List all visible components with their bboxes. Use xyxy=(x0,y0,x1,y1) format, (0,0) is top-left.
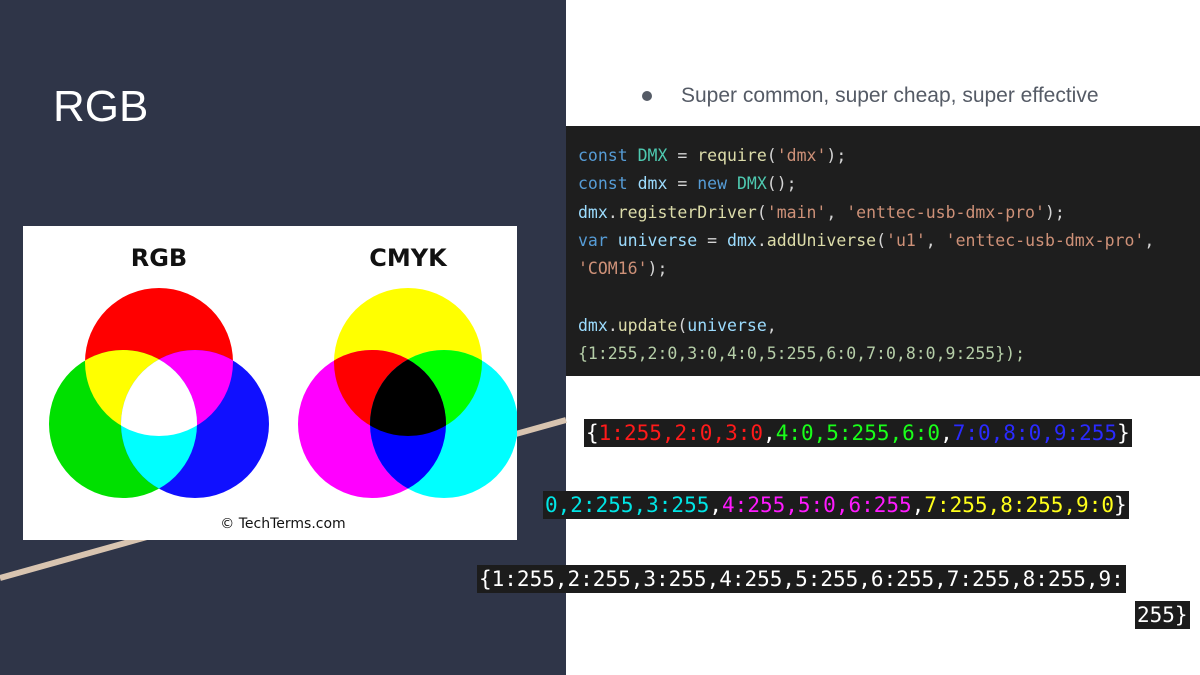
code-line-6: dmx.update(universe, xyxy=(578,316,777,335)
code-line-3: dmx.registerDriver('main', 'enttec-usb-d… xyxy=(578,203,1065,222)
dmx-example-white-1: {1:255,2:255,3:255,4:255,5:255,6:255,7:2… xyxy=(477,565,1126,593)
code-line-2: const dmx = new DMX(); xyxy=(578,174,797,193)
rgb-label: RGB xyxy=(131,244,187,272)
cmyk-label: CMYK xyxy=(369,244,448,272)
code-line-1: const DMX = require('dmx'); xyxy=(578,146,847,165)
rgb-diagram xyxy=(49,288,269,498)
bullet-text: Super common, super cheap, super effecti… xyxy=(681,84,1099,107)
code-line-5: 'COM16'); xyxy=(578,259,668,278)
color-model-image: RGB CMYK © TechTerms.com xyxy=(23,226,517,540)
code-block: const DMX = require('dmx'); const dmx = … xyxy=(566,126,1200,376)
credit-text: © TechTerms.com xyxy=(220,516,345,532)
bullet-icon xyxy=(642,91,652,101)
dmx-example-rgb: {1:255,2:0,3:0,4:0,5:255,6:0,7:0,8:0,9:2… xyxy=(584,419,1132,447)
code-line-4: var universe = dmx.addUniverse('u1', 'en… xyxy=(578,231,1155,250)
dmx-example-cmy: 0,2:255,3:255,4:255,5:0,6:255,7:255,8:25… xyxy=(543,491,1129,519)
dmx-example-white-2: 255} xyxy=(1135,601,1190,629)
code-line-7: {1:255,2:0,3:0,4:0,5:255,6:0,7:0,8:0,9:2… xyxy=(578,344,1026,363)
slide-title: RGB xyxy=(53,82,149,131)
cmyk-diagram xyxy=(298,288,517,498)
